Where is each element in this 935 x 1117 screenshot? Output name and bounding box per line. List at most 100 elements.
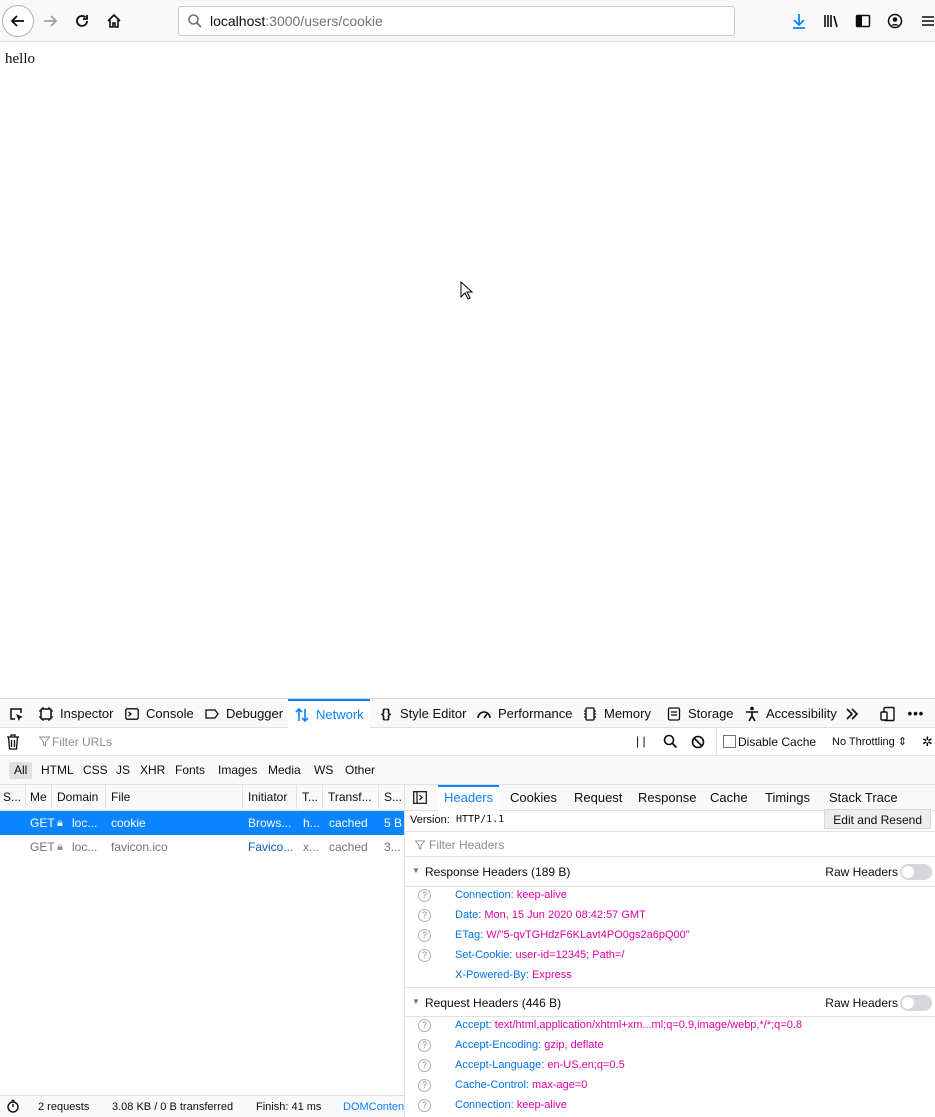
lock-icon: 🔒︎ <box>57 817 63 829</box>
raw-headers-toggle[interactable] <box>900 995 932 1011</box>
throttling-select[interactable]: No Throttling ⇕ <box>832 735 907 748</box>
element-picker-button[interactable] <box>2 699 30 728</box>
header-name: Cache-Control: <box>455 1079 529 1091</box>
back-arrow-icon <box>10 15 24 27</box>
header-name: ETag: <box>455 929 484 941</box>
header-value: keep-alive <box>516 889 567 901</box>
tab-cookies[interactable]: Cookies <box>504 785 563 811</box>
tab-style-editor[interactable]: {} Style Editor <box>372 699 472 728</box>
help-icon[interactable]: ? <box>418 949 431 962</box>
back-button[interactable] <box>2 5 34 37</box>
edit-resend-button[interactable]: Edit and Resend <box>824 809 931 829</box>
help-icon[interactable]: ? <box>418 1019 431 1032</box>
response-headers-section[interactable]: ▼ Response Headers (189 B) Raw Headers <box>405 857 935 887</box>
column-file[interactable]: File <box>111 785 211 809</box>
header-name: Connection: <box>455 1099 514 1111</box>
tab-response[interactable]: Response <box>632 785 703 811</box>
table-row[interactable]: 304 GET 🔒︎ loc... cookie Brows... h... c… <box>0 811 404 835</box>
request-size: 3... <box>384 840 401 854</box>
block-icon[interactable] <box>691 735 705 752</box>
request-method: GET <box>30 816 55 830</box>
console-icon <box>124 706 140 722</box>
filter-xhr-button[interactable]: XHR <box>135 762 170 779</box>
column-domain[interactable]: Domain <box>57 785 102 809</box>
tab-debugger[interactable]: Debugger <box>198 699 289 728</box>
downloads-button[interactable] <box>786 8 812 34</box>
filter-fonts-button[interactable]: Fonts <box>170 762 210 779</box>
tab-headers[interactable]: Headers <box>438 785 500 811</box>
toggle-sidebar-icon[interactable] <box>413 791 427 807</box>
sidebar-button[interactable] <box>850 8 876 34</box>
help-icon[interactable]: ? <box>418 1099 431 1112</box>
help-icon[interactable]: ? <box>418 909 431 922</box>
style-editor-icon: {} <box>380 706 392 721</box>
help-icon[interactable]: ? <box>418 1079 431 1092</box>
tab-inspector[interactable]: Inspector <box>32 699 119 728</box>
devtools-options-button[interactable]: ••• <box>902 699 930 728</box>
home-button[interactable] <box>98 5 130 37</box>
column-type[interactable]: T... <box>302 785 322 809</box>
help-icon[interactable]: ? <box>418 889 431 902</box>
raw-headers-toggle[interactable] <box>900 864 932 880</box>
devtools-tab-bar: Inspector Console Debugger Network {} St… <box>0 699 935 728</box>
settings-icon[interactable]: ✲ <box>922 734 933 750</box>
filter-headers-input[interactable]: Filter Headers <box>405 831 935 857</box>
help-icon[interactable]: ? <box>418 1039 431 1052</box>
filter-ws-button[interactable]: WS <box>309 762 338 779</box>
throttling-label: No Throttling <box>832 736 895 748</box>
filter-other-button[interactable]: Other <box>340 762 380 779</box>
lock-icon: 🔒︎ <box>57 841 63 853</box>
forward-button[interactable] <box>34 5 66 37</box>
reload-button[interactable] <box>66 5 98 37</box>
column-status[interactable]: S... <box>3 785 23 809</box>
tab-console[interactable]: Console <box>118 699 200 728</box>
tab-memory[interactable]: Memory <box>576 699 657 728</box>
filter-media-button[interactable]: Media <box>263 762 306 779</box>
pause-icon[interactable]: | | <box>636 734 646 748</box>
filter-images-button[interactable]: Images <box>213 762 262 779</box>
tab-timings[interactable]: Timings <box>759 785 816 811</box>
chevron-double-right-icon <box>844 706 860 722</box>
header-row: ? Connection: keep-alive <box>405 886 935 906</box>
column-size[interactable]: S... <box>384 785 402 809</box>
responsive-design-button[interactable] <box>874 699 902 728</box>
column-initiator[interactable]: Initiator <box>248 785 294 809</box>
filter-html-button[interactable]: HTML <box>36 762 79 779</box>
search-requests-icon[interactable] <box>663 734 678 752</box>
tab-debugger-label: Debugger <box>226 706 284 721</box>
filter-all-button[interactable]: All <box>9 762 33 779</box>
filter-urls-input[interactable]: Filter URLs <box>52 735 112 749</box>
request-headers-section[interactable]: ▼ Request Headers (446 B) Raw Headers <box>405 987 935 1017</box>
trash-icon[interactable] <box>6 734 20 753</box>
filter-css-button[interactable]: CSS <box>78 762 113 779</box>
transferred-summary: 3.08 KB / 0 B transferred <box>112 1101 234 1113</box>
header-name: Accept-Language: <box>455 1059 545 1071</box>
disable-cache-checkbox[interactable] <box>723 735 736 748</box>
stopwatch-icon[interactable] <box>6 1099 20 1116</box>
header-name: X-Powered-By: <box>455 969 529 981</box>
table-row[interactable]: 200 GET 🔒︎ loc... favicon.ico Favico... … <box>0 835 404 859</box>
library-button[interactable] <box>818 8 844 34</box>
request-initiator[interactable]: Favico... <box>248 835 293 859</box>
filter-js-button[interactable]: JS <box>111 762 135 779</box>
column-transferred[interactable]: Transf... <box>328 785 376 809</box>
tab-request[interactable]: Request <box>568 785 628 811</box>
menu-button[interactable] <box>920 8 935 34</box>
tab-accessibility[interactable]: Accessibility <box>738 699 843 728</box>
help-icon[interactable]: ? <box>418 929 431 942</box>
tab-cache[interactable]: Cache <box>704 785 754 811</box>
tab-style-editor-label: Style Editor <box>400 706 467 721</box>
tab-network[interactable]: Network <box>288 699 370 728</box>
account-button[interactable] <box>882 8 908 34</box>
download-icon <box>793 14 805 29</box>
column-method[interactable]: Me <box>30 785 50 809</box>
browser-toolbar: localhost:3000/users/cookie <box>0 0 935 42</box>
header-name: Accept: <box>455 1019 492 1031</box>
more-tabs-button[interactable] <box>838 699 866 728</box>
filter-icon <box>38 736 51 750</box>
help-icon[interactable]: ? <box>418 1059 431 1072</box>
tab-storage[interactable]: Storage <box>660 699 740 728</box>
tab-performance[interactable]: Performance <box>470 699 578 728</box>
tab-stack-trace[interactable]: Stack Trace <box>823 785 904 811</box>
url-bar[interactable]: localhost:3000/users/cookie <box>178 6 735 36</box>
